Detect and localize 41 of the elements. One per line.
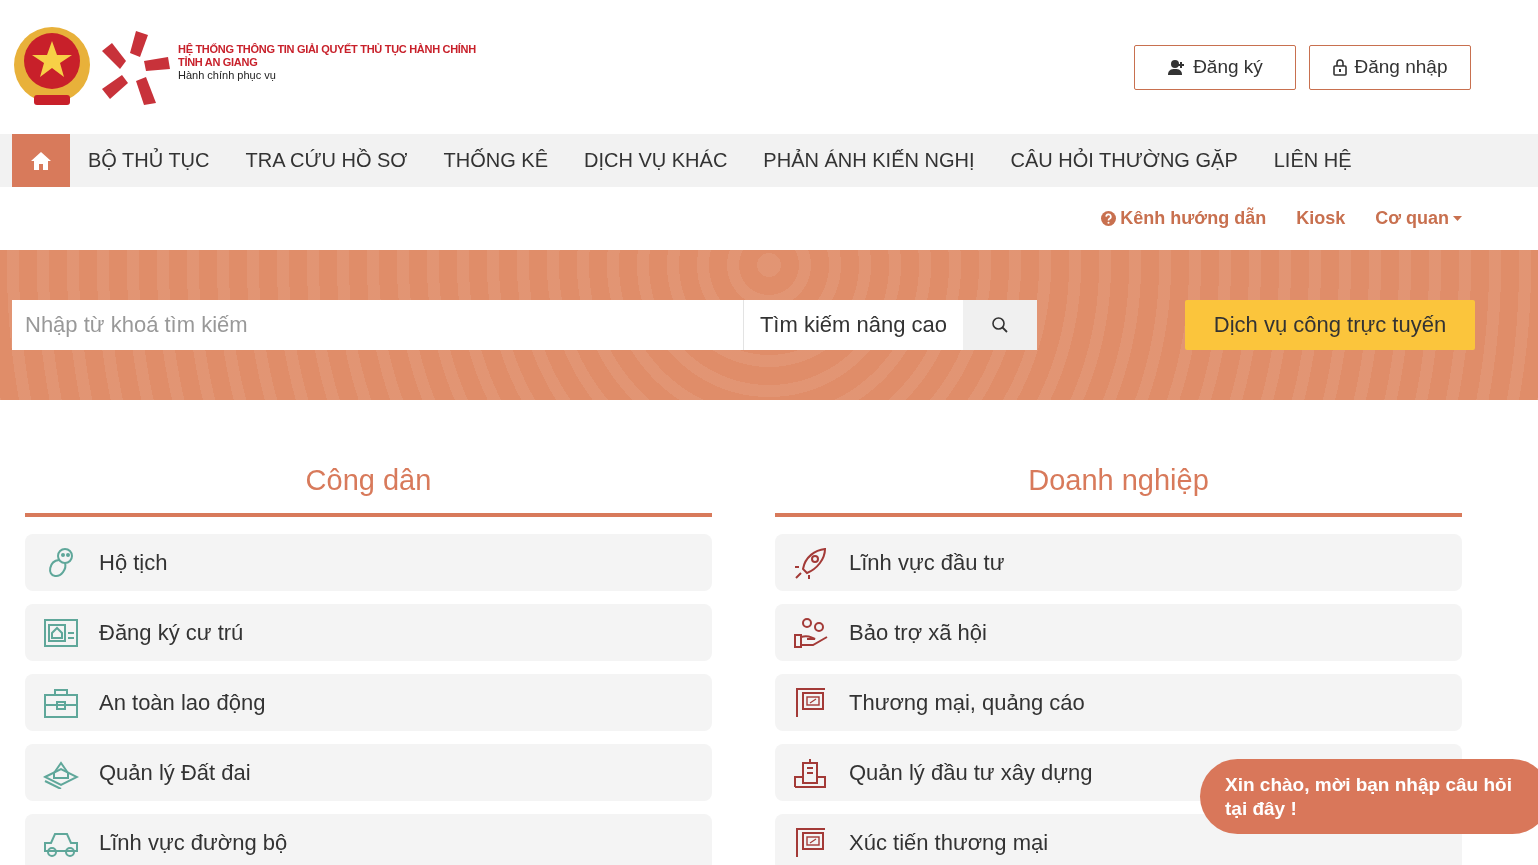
- nav-tab[interactable]: PHẢN ÁNH KIẾN NGHỊ: [745, 134, 993, 187]
- category-item[interactable]: Đăng ký cư trú: [25, 604, 712, 661]
- category-item[interactable]: Hộ tịch: [25, 534, 712, 591]
- nav-link[interactable]: Kênh hướng dẫn: [1101, 208, 1267, 229]
- dropdown-link[interactable]: Cơ quan: [1375, 208, 1462, 229]
- category-item[interactable]: Quản lý Đất đai: [25, 744, 712, 801]
- site-slogan: Hành chính phục vụ: [178, 69, 277, 81]
- category-item[interactable]: Bảo trợ xã hội: [775, 604, 1462, 661]
- lock-icon: [1332, 58, 1347, 76]
- site-title: HỆ THỐNG THÔNG TIN GIẢI QUYẾT THỦ TỤC HÀNH CHÍNH: [178, 43, 476, 55]
- id-card-icon: [43, 616, 79, 649]
- nav-link[interactable]: Kiosk: [1296, 208, 1346, 229]
- user-add-icon: [1167, 59, 1186, 75]
- caret-icon: [1453, 216, 1462, 221]
- search-icon: [991, 316, 1009, 334]
- online-service-button[interactable]: Dịch vụ công trực tuyến: [1185, 300, 1475, 350]
- help-icon: [1101, 211, 1117, 226]
- nav-tab[interactable]: BỘ THỦ TỤC: [70, 134, 228, 187]
- category-item[interactable]: Lĩnh vực đầu tư: [775, 534, 1462, 591]
- login-button[interactable]: Đăng nhập: [1309, 44, 1471, 90]
- home-tab[interactable]: [12, 134, 70, 187]
- advanced-search-button[interactable]: Tìm kiếm nâng cao: [742, 300, 963, 350]
- search-field[interactable]: Nhập từ khoá tìm kiếm: [12, 300, 743, 350]
- briefcase-icon: [43, 686, 79, 719]
- section-title: Doanh nghiệp: [1027, 463, 1210, 498]
- nav-tab[interactable]: THỐNG KÊ: [425, 134, 566, 187]
- nav-tab[interactable]: TRA CỨU HỒ SƠ: [227, 134, 426, 187]
- register-button[interactable]: Đăng ký: [1134, 44, 1296, 90]
- rocket-icon: [793, 546, 829, 579]
- province-name: TỈNH AN GIANG: [178, 56, 259, 68]
- section-title: Công dân: [304, 463, 433, 498]
- building-icon: [793, 756, 829, 789]
- home-icon: [30, 150, 52, 171]
- search-button[interactable]: [963, 300, 1037, 350]
- category-item[interactable]: Lĩnh vực đường bộ: [25, 814, 712, 865]
- nav-tab[interactable]: DỊCH VỤ KHÁC: [566, 134, 746, 187]
- nav-tab[interactable]: LIÊN HỆ: [1255, 134, 1370, 187]
- category-item[interactable]: Thương mại, quảng cáo: [775, 674, 1462, 731]
- hand-people-icon: [793, 616, 829, 649]
- nav-tab[interactable]: CÂU HỎI THƯỜNG GẶP: [992, 134, 1256, 187]
- category-item[interactable]: An toàn lao động: [25, 674, 712, 731]
